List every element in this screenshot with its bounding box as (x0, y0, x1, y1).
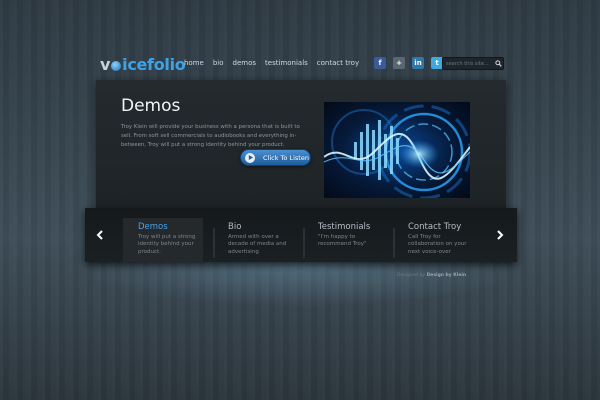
nav-demos[interactable]: demos (233, 59, 257, 67)
facebook-icon[interactable]: f (374, 57, 386, 69)
footer-prefix: Designed by (397, 273, 426, 278)
slide-title: Bio (228, 222, 242, 232)
slide-demos[interactable]: Demos Troy will put a strong identity be… (123, 218, 203, 262)
footer-brand-link[interactable]: Design by Klein (427, 273, 467, 278)
carousel-bar: Demos Troy will put a strong identity be… (85, 208, 517, 262)
click-to-listen-button[interactable]: Click To Listen (240, 149, 311, 166)
slide-title: Testimonials (318, 222, 371, 232)
hero-text: Troy Klein will provide your business wi… (121, 124, 300, 148)
slide-divider (393, 228, 395, 258)
carousel-slides: Demos Troy will put a strong identity be… (123, 208, 485, 262)
search-icon (494, 60, 502, 67)
slide-desc: Troy will put a strong identity behind y… (138, 234, 196, 255)
hero-image (324, 102, 470, 198)
nav-home[interactable]: home (184, 59, 204, 67)
main-nav: home bio demos testimonials contact troy (184, 59, 359, 67)
logo-text-part1: v (100, 54, 111, 74)
hero-title: Demos (121, 96, 181, 116)
slide-divider (213, 228, 215, 258)
chevron-left-icon (96, 230, 103, 240)
play-icon (245, 152, 255, 163)
twitter-glyph: t (435, 59, 439, 67)
slide-title: Demos (138, 222, 168, 232)
microphone-icon (111, 60, 122, 71)
social-links: f + in t (374, 57, 443, 69)
footer-credit: Designed by Design by Klein (397, 273, 466, 278)
slide-title: Contact Troy (408, 222, 462, 232)
slide-desc: Armed with over a decade of media and ad… (228, 234, 287, 255)
carousel-prev-button[interactable] (92, 227, 108, 243)
nav-testimonials[interactable]: testimonials (265, 59, 308, 67)
soundwave-image (324, 102, 470, 198)
google-plus-glyph: + (396, 59, 402, 67)
google-plus-icon[interactable]: + (393, 57, 405, 69)
hero-panel: Demos Troy Klein will provide your busin… (96, 80, 506, 210)
search-box (442, 57, 504, 70)
slide-desc: "I'm happy to recommend Troy" (318, 234, 367, 248)
facebook-glyph: f (378, 59, 382, 67)
nav-bio[interactable]: bio (213, 59, 224, 67)
linkedin-glyph: in (414, 59, 422, 67)
linkedin-icon[interactable]: in (412, 57, 424, 69)
logo[interactable]: v icefolio (100, 54, 186, 74)
play-glyph (248, 155, 253, 160)
slide-desc: Call Troy for collaboration on your next… (408, 234, 467, 255)
click-to-listen-label: Click To Listen (263, 153, 309, 162)
slide-testimonials[interactable]: Testimonials "I'm happy to recommend Tro… (303, 222, 383, 262)
logo-text-part2: icefolio (122, 54, 186, 74)
chevron-right-icon (497, 230, 504, 240)
search-input[interactable] (443, 58, 493, 69)
logo-text: v icefolio (100, 54, 186, 74)
nav-contact[interactable]: contact troy (317, 59, 359, 67)
page: v icefolio home bio demos testimonials co… (0, 0, 600, 400)
slide-bio[interactable]: Bio Armed with over a decade of media an… (213, 222, 293, 262)
slide-contact[interactable]: Contact Troy Call Troy for collaboration… (393, 222, 473, 262)
search-button[interactable] (493, 58, 503, 69)
slide-divider (303, 228, 305, 258)
carousel-next-button[interactable] (492, 227, 508, 243)
